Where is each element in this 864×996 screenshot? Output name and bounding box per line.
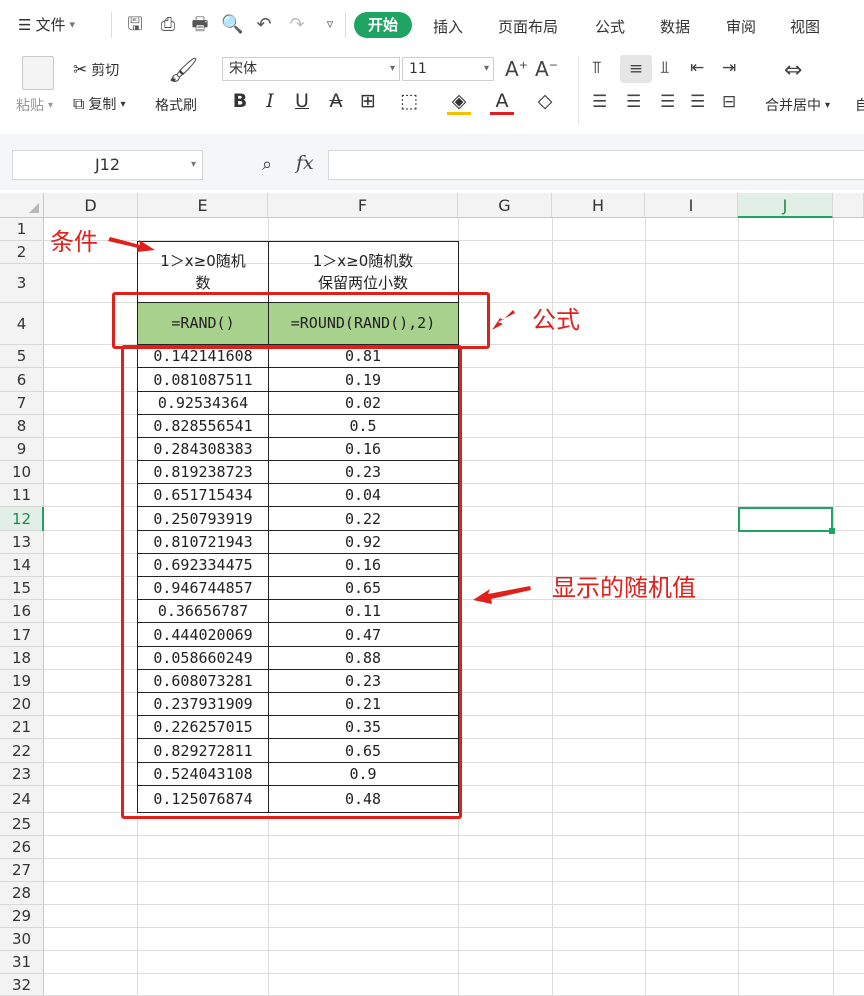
arrow-to-formula-icon: [492, 310, 515, 330]
arrow-to-header-icon: [108, 237, 155, 252]
annotation-arrows: [108, 237, 531, 604]
arrow-to-values-icon: [473, 586, 531, 604]
